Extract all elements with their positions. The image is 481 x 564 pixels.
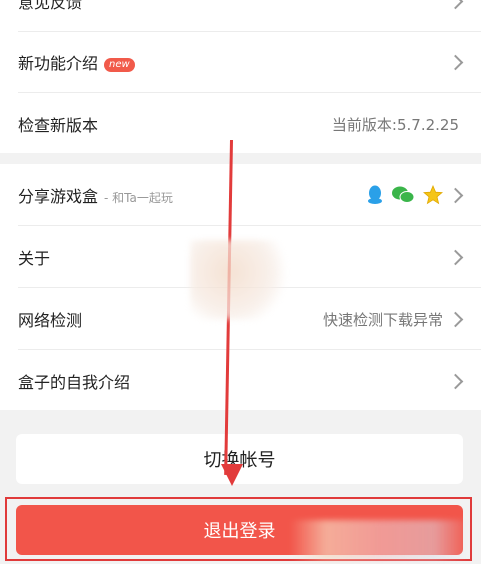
new-features-label: 新功能介绍 new — [18, 50, 135, 74]
settings-group-top: 意见反馈 新功能介绍 new 检查新版本 当前版本:5.7.2.25 — [0, 0, 481, 153]
check-version-row[interactable]: 检查新版本 当前版本:5.7.2.25 — [0, 93, 481, 155]
qq-icon[interactable] — [367, 185, 383, 205]
chevron-right-icon — [447, 373, 464, 389]
share-subtext: - 和Ta一起玩 — [104, 191, 173, 205]
share-text: 分享游戏盒 — [18, 187, 99, 206]
watermark-blur — [290, 520, 470, 560]
annotation-arrow-head — [221, 464, 243, 486]
chevron-right-icon — [447, 54, 464, 70]
qzone-star-icon[interactable] — [423, 185, 443, 205]
chevron-right-icon — [447, 311, 464, 327]
check-version-label: 检查新版本 — [18, 116, 99, 135]
new-features-text: 新功能介绍 — [18, 54, 99, 73]
watermark-blur — [190, 240, 290, 320]
self-intro-row[interactable]: 盒子的自我介绍 — [0, 350, 481, 412]
chevron-right-icon — [447, 249, 464, 265]
wechat-icon[interactable] — [391, 185, 415, 205]
new-features-row[interactable]: 新功能介绍 new — [0, 31, 481, 93]
share-label: 分享游戏盒 - 和Ta一起玩 — [18, 183, 173, 207]
feedback-label: 意见反馈 — [18, 0, 83, 12]
network-check-value: 快速检测下载异常 — [322, 310, 443, 329]
share-icons — [367, 185, 443, 205]
self-intro-label: 盒子的自我介绍 — [18, 373, 131, 392]
share-row[interactable]: 分享游戏盒 - 和Ta一起玩 — [0, 164, 481, 226]
chevron-right-icon — [447, 0, 464, 9]
feedback-row[interactable]: 意见反馈 — [0, 0, 481, 32]
network-check-label: 网络检测 — [18, 311, 83, 330]
new-badge: new — [104, 58, 135, 72]
chevron-right-icon — [447, 187, 464, 203]
about-label: 关于 — [18, 249, 51, 268]
current-version-value: 当前版本:5.7.2.25 — [331, 115, 459, 134]
